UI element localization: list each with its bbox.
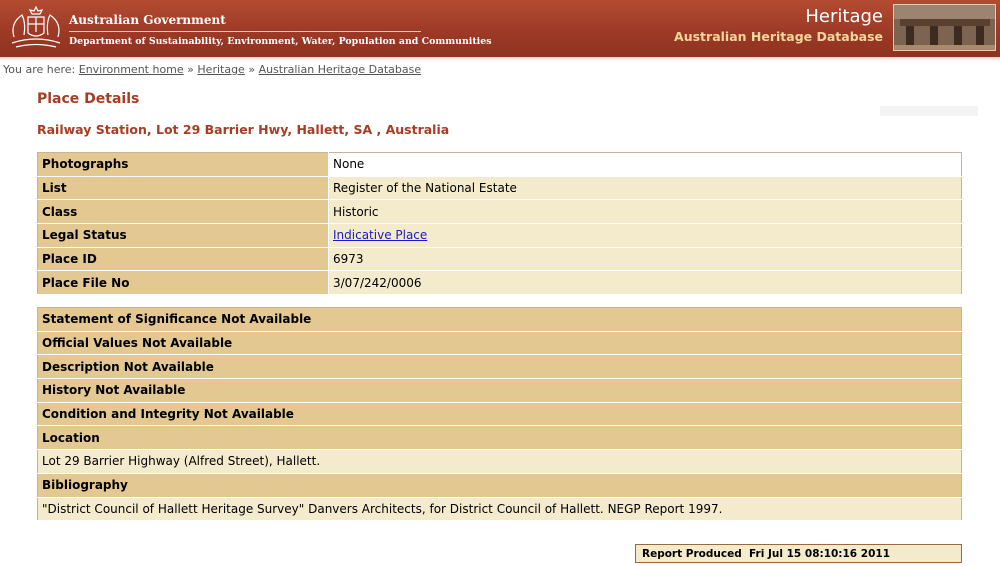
legal-status-link[interactable]: Indicative Place xyxy=(333,228,427,242)
table-row: Legal Status Indicative Place xyxy=(37,223,962,248)
header-photo xyxy=(893,4,996,51)
condition-heading: Condition and Integrity Not Available xyxy=(37,402,962,427)
header-divider xyxy=(69,31,421,32)
history-heading: History Not Available xyxy=(37,378,962,403)
report-label: Report Produced xyxy=(642,548,742,560)
row-value: Indicative Place xyxy=(328,223,962,248)
place-sections-table: Statement of Significance Not Available … xyxy=(37,307,962,522)
database-title: Australian Heritage Database xyxy=(674,29,883,44)
breadcrumb: You are here: Environment home » Heritag… xyxy=(3,63,421,76)
table-row: Place File No 3/07/242/0006 xyxy=(37,270,962,296)
row-value: 3/07/242/0006 xyxy=(328,270,962,296)
table-row: Class Historic xyxy=(37,199,962,225)
row-value: None xyxy=(328,152,962,177)
breadcrumb-heritage[interactable]: Heritage xyxy=(197,63,244,76)
ruins-photo-icon xyxy=(894,5,995,50)
official-values-heading: Official Values Not Available xyxy=(37,331,962,356)
row-label: Place File No xyxy=(37,270,329,296)
row-value: 6973 xyxy=(328,247,962,272)
table-row: Photographs None xyxy=(37,152,962,177)
section-title: Heritage xyxy=(805,6,883,27)
row-value: Historic xyxy=(328,199,962,225)
breadcrumb-heritage-database[interactable]: Australian Heritage Database xyxy=(259,63,422,76)
description-heading: Description Not Available xyxy=(37,354,962,380)
search-placeholder-box xyxy=(880,106,978,116)
row-label: Class xyxy=(37,199,329,225)
report-produced-box: Report Produced Fri Jul 15 08:10:16 2011 xyxy=(635,544,962,563)
breadcrumb-separator: » xyxy=(248,63,256,76)
table-row: Place ID 6973 xyxy=(37,247,962,272)
row-value: Register of the National Estate xyxy=(328,176,962,201)
report-date: Fri Jul 15 08:10:16 2011 xyxy=(749,548,890,560)
breadcrumb-separator: » xyxy=(187,63,194,76)
row-label: Legal Status xyxy=(37,223,329,248)
significance-heading: Statement of Significance Not Available xyxy=(37,307,962,332)
row-label: List xyxy=(37,176,329,201)
header-shadow xyxy=(0,57,1000,61)
breadcrumb-environment-home[interactable]: Environment home xyxy=(79,63,184,76)
place-name: Railway Station, Lot 29 Barrier Hwy, Hal… xyxy=(37,122,450,137)
place-details-table: Photographs None List Register of the Na… xyxy=(37,152,962,296)
bibliography-text: "District Council of Hallett Heritage Su… xyxy=(37,497,962,522)
site-header: Australian Government Department of Sust… xyxy=(0,0,1000,57)
table-row: List Register of the National Estate xyxy=(37,176,962,201)
location-text: Lot 29 Barrier Highway (Alfred Street), … xyxy=(37,449,962,474)
breadcrumb-prefix: You are here: xyxy=(3,63,76,76)
bibliography-heading: Bibliography xyxy=(37,473,962,498)
location-heading: Location xyxy=(37,425,962,451)
coat-of-arms-logo[interactable] xyxy=(8,3,64,51)
page-title: Place Details xyxy=(37,91,140,107)
department-name: Department of Sustainability, Environmen… xyxy=(69,36,492,47)
row-label: Place ID xyxy=(37,247,329,272)
row-label: Photographs xyxy=(37,152,329,177)
government-title: Australian Government xyxy=(69,13,226,27)
